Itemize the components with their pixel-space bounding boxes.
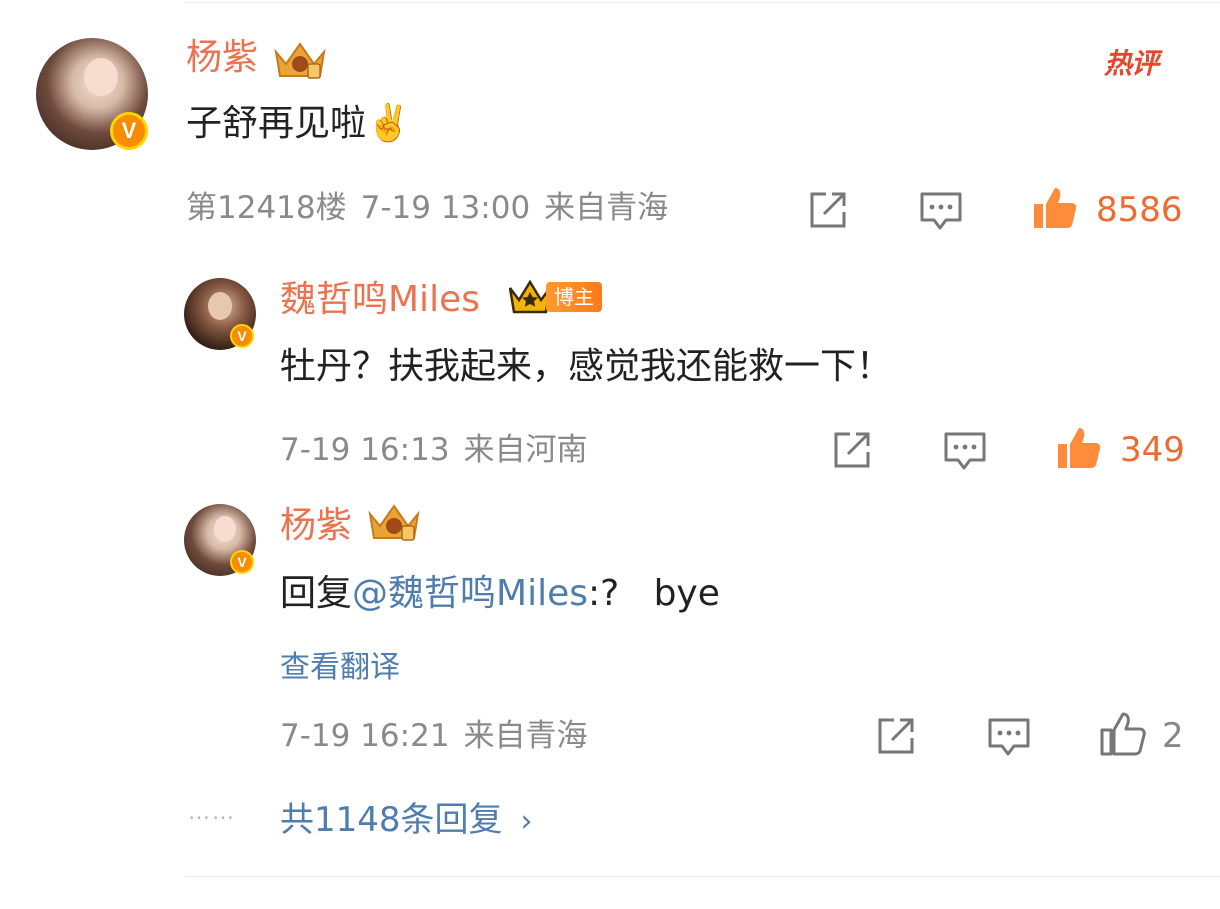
comment-meta: 第12418楼 7-19 13:00 来自青海 <box>186 188 682 228</box>
chevron-right-icon: › <box>520 804 533 839</box>
thread-dots: …… <box>188 800 236 825</box>
like-count: 349 <box>1120 430 1185 470</box>
bottom-divider <box>185 876 1220 877</box>
avatar[interactable]: V <box>184 504 256 576</box>
reply-text: 回复@魏哲鸣Miles:? bye <box>280 572 720 616</box>
verified-badge-icon: V <box>110 112 148 150</box>
reply-meta: 7-19 16:21 来自青海 <box>280 716 602 756</box>
like-icon[interactable] <box>1030 184 1078 232</box>
share-icon[interactable] <box>830 428 874 472</box>
comment-icon[interactable] <box>986 714 1032 758</box>
reply-meta: 7-19 16:13 来自河南 <box>280 430 602 470</box>
comment-icon[interactable] <box>942 428 988 472</box>
hot-comment-badge: 热评 <box>1104 47 1159 80</box>
comment-time: 7-19 13:00 <box>360 190 531 226</box>
reply-time: 7-19 16:13 <box>280 432 450 468</box>
more-replies-label: 共1148条回复 <box>280 800 503 840</box>
floor-number: 第12418楼 <box>186 190 347 226</box>
reply-text: 牡丹？扶我起来，感觉我还能救一下！ <box>280 346 893 387</box>
avatar[interactable]: V <box>184 278 256 350</box>
reply-author-name[interactable]: 魏哲鸣Miles <box>280 280 480 320</box>
avatar[interactable]: V <box>36 38 148 150</box>
verified-badge-icon: V <box>230 324 254 348</box>
reply-location: 来自青海 <box>463 718 588 754</box>
like-count: 2 <box>1162 716 1184 756</box>
mention-link[interactable]: @魏哲鸣Miles <box>352 573 588 614</box>
comment-text: 子舒再见啦✌️ <box>186 103 411 144</box>
comment-icon[interactable] <box>918 188 964 232</box>
top-divider <box>185 2 1220 3</box>
share-icon[interactable] <box>806 188 850 232</box>
like-count: 8586 <box>1096 190 1183 230</box>
share-icon[interactable] <box>874 714 918 758</box>
translate-link[interactable]: 查看翻译 <box>280 642 400 686</box>
verified-badge-icon: V <box>230 550 254 574</box>
reply-location: 来自河南 <box>463 432 588 468</box>
like-icon[interactable] <box>1054 424 1102 472</box>
reply-body: :? bye <box>588 573 720 614</box>
more-replies-link[interactable]: 共1148条回复 › <box>280 792 533 841</box>
comment-location: 来自青海 <box>544 190 669 226</box>
crown-icon <box>368 504 420 541</box>
reply-prefix: 回复 <box>280 573 353 614</box>
reply-time: 7-19 16:21 <box>280 718 450 754</box>
comment-author-name[interactable]: 杨紫 <box>186 38 258 78</box>
reply-author-name[interactable]: 杨紫 <box>280 506 352 546</box>
like-icon[interactable] <box>1098 710 1146 758</box>
blogger-tag: 博主 <box>546 282 602 312</box>
crown-icon <box>274 42 326 79</box>
